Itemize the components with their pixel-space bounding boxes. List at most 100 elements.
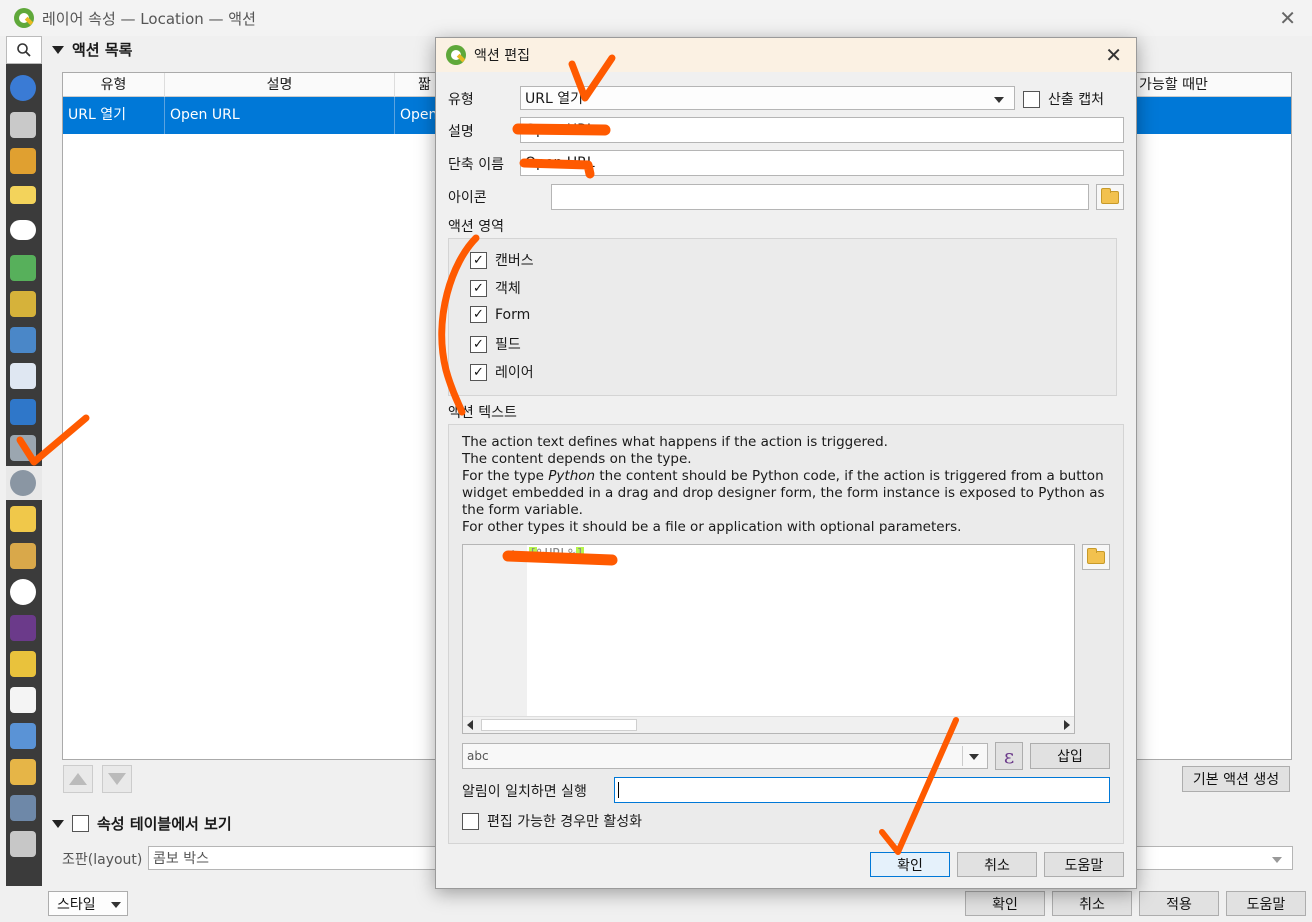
action-code-editor[interactable]: 1 [%URL%] — [462, 544, 1075, 734]
col-header-type[interactable]: 유형 — [63, 73, 165, 97]
elevation-icon[interactable] — [10, 651, 36, 677]
type-combo[interactable]: URL 열기 — [520, 86, 1015, 110]
collapse-arrow-icon — [52, 819, 64, 828]
display-icon[interactable] — [10, 506, 36, 532]
show-in-table-checkbox[interactable] — [72, 815, 89, 832]
scope-option[interactable]: ✓ 레이어 — [470, 362, 534, 382]
type-label: 유형 — [448, 92, 474, 108]
scope-checkbox[interactable]: ✓ — [470, 306, 487, 323]
masks-icon[interactable] — [10, 220, 36, 240]
ok-button[interactable]: 확인 — [965, 891, 1045, 916]
symbology-icon[interactable] — [10, 148, 36, 174]
icon-label: 아이콘 — [448, 190, 487, 206]
folder-icon — [1101, 187, 1119, 204]
diagrams-icon[interactable] — [10, 291, 36, 317]
cancel-button[interactable]: 취소 — [1052, 891, 1132, 916]
dependencies-icon[interactable] — [10, 723, 36, 749]
description-label: 설명 — [448, 124, 474, 140]
action-list-header[interactable]: 액션 목록 — [52, 39, 132, 60]
action-scope-label: 액션 영역 — [448, 219, 504, 235]
show-in-table-header[interactable]: 속성 테이블에서 보기 — [52, 813, 232, 834]
dialog-close-icon[interactable]: ✕ — [1105, 43, 1122, 67]
apply-button[interactable]: 적용 — [1139, 891, 1219, 916]
qgis-logo-icon — [14, 8, 34, 28]
line-number: 1 — [509, 548, 517, 562]
chevron-down-icon — [969, 754, 979, 760]
scrollbar-thumb[interactable] — [481, 719, 637, 731]
scope-checkbox[interactable]: ✓ — [470, 279, 487, 297]
rendering-icon[interactable] — [10, 543, 36, 569]
col-header-description[interactable]: 설명 — [165, 73, 395, 97]
dialog-cancel-button[interactable]: 취소 — [957, 852, 1037, 877]
icon-browse-button[interactable] — [1096, 184, 1124, 210]
capture-output-option[interactable]: 산출 캡처 — [1023, 89, 1104, 109]
labels-icon[interactable] — [10, 186, 36, 204]
scroll-right-icon[interactable] — [1064, 720, 1070, 730]
scope-checkbox[interactable]: ✓ — [470, 251, 487, 269]
line-number-gutter: 1 — [463, 545, 527, 717]
metadata-icon[interactable] — [10, 687, 36, 713]
window-titlebar: 레이어 속성 — Location — 액션 ✕ — [0, 0, 1312, 36]
scope-option[interactable]: ✓ 캔버스 — [470, 250, 534, 270]
short-name-input[interactable]: Open URL — [520, 150, 1124, 176]
col-header-only-when-editable[interactable]: 가능할 때만 — [1137, 73, 1293, 97]
arrow-down-icon — [108, 773, 126, 785]
scope-option[interactable]: ✓ 필드 — [470, 334, 521, 354]
chevron-down-icon — [1272, 857, 1282, 863]
action-scope-group — [448, 238, 1117, 396]
3d-view-icon[interactable] — [10, 255, 36, 281]
style-button[interactable]: 스타일 — [48, 891, 128, 916]
auxiliary-storage-icon[interactable] — [10, 435, 36, 461]
chevron-down-icon — [994, 97, 1004, 103]
expression-field-combo[interactable]: abc — [462, 743, 988, 769]
dialog-help-button[interactable]: 도움말 — [1044, 852, 1124, 877]
arrow-up-icon — [69, 773, 87, 785]
chevron-down-icon — [111, 902, 121, 908]
window-title: 레이어 속성 — Location — 액션 — [42, 9, 256, 28]
icon-path-input[interactable] — [551, 184, 1089, 210]
information-icon[interactable] — [10, 75, 36, 101]
dialog-title: 액션 편집 — [474, 48, 530, 64]
window-close-icon[interactable]: ✕ — [1279, 6, 1296, 30]
action-text-help: The action text defines what happens if … — [462, 434, 1105, 535]
horizontal-scrollbar[interactable] — [463, 716, 1074, 733]
variables-icon[interactable] — [10, 615, 36, 641]
notify-input[interactable] — [614, 777, 1110, 803]
cell-type: URL 열기 — [63, 97, 165, 134]
dialog-titlebar: 액션 편집 ✕ — [436, 38, 1136, 72]
scope-checkbox[interactable]: ✓ — [470, 363, 487, 381]
qgis-server-icon[interactable] — [10, 795, 36, 821]
description-input[interactable]: Open URL — [520, 117, 1124, 143]
notify-label: 알림이 일치하면 실행 — [462, 784, 587, 800]
text-cursor — [618, 782, 619, 798]
actions-gear-icon[interactable] — [10, 470, 36, 496]
fields-icon[interactable] — [10, 327, 36, 353]
action-text-browse-button[interactable] — [1082, 544, 1110, 570]
expression-epsilon-icon[interactable]: ε — [995, 742, 1023, 770]
digitizing-icon[interactable] — [10, 831, 36, 857]
collapse-arrow-icon — [52, 45, 64, 54]
folder-icon — [1087, 547, 1105, 564]
move-up-button[interactable] — [63, 765, 93, 793]
create-default-actions-button[interactable]: 기본 액션 생성 — [1182, 766, 1290, 792]
joins-icon[interactable] — [10, 399, 36, 425]
cell-description: Open URL — [165, 97, 395, 134]
attributes-form-icon[interactable] — [10, 363, 36, 389]
help-button[interactable]: 도움말 — [1226, 891, 1306, 916]
qgis-logo-icon — [446, 45, 466, 65]
editable-only-option[interactable]: 편집 가능한 경우만 활성화 — [462, 811, 642, 831]
editable-only-checkbox[interactable] — [462, 812, 479, 830]
scope-checkbox[interactable]: ✓ — [470, 335, 487, 353]
sidebar-search-icon[interactable] — [6, 36, 42, 64]
insert-button[interactable]: 삽입 — [1030, 743, 1110, 769]
capture-output-checkbox[interactable] — [1023, 90, 1040, 108]
scroll-left-icon[interactable] — [467, 720, 473, 730]
temporal-icon[interactable] — [10, 579, 36, 605]
source-icon[interactable] — [10, 112, 36, 138]
scope-option[interactable]: ✓ Form — [470, 306, 530, 323]
scope-option[interactable]: ✓ 객체 — [470, 278, 521, 298]
action-text-label: 액션 텍스트 — [448, 405, 517, 421]
legend-icon[interactable] — [10, 759, 36, 785]
move-down-button[interactable] — [102, 765, 132, 793]
dialog-ok-button[interactable]: 확인 — [870, 852, 950, 877]
